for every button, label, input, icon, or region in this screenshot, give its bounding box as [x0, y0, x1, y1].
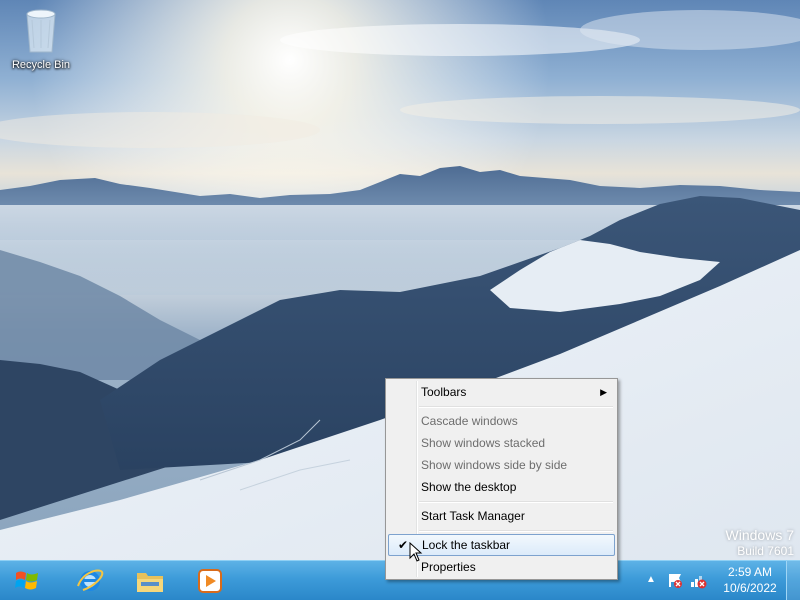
menu-item-label: Cascade windows: [421, 414, 518, 428]
taskbar-clock[interactable]: 2:59 AM 10/6/2022: [718, 564, 782, 598]
menu-item-show-windows-stacked: Show windows stacked: [388, 432, 615, 454]
menu-item-label: Show windows side by side: [421, 458, 568, 472]
taskbar-media-player[interactable]: [182, 563, 238, 599]
menu-item-start-task-manager[interactable]: Start Task Manager: [388, 505, 615, 527]
menu-item-label: Toolbars: [421, 385, 467, 399]
start-button[interactable]: [0, 563, 54, 599]
menu-item-label: Show the desktop: [421, 480, 517, 494]
menu-separator: [419, 527, 615, 534]
menu-item-label: Properties: [421, 560, 476, 574]
watermark-build: Build 7601: [737, 544, 794, 558]
menu-item-label: Lock the taskbar: [422, 538, 511, 552]
menu-separator: [419, 498, 615, 505]
media-player-icon: [198, 569, 222, 593]
clock-time: 2:59 AM: [727, 565, 773, 579]
desktop-icon-label: Recycle Bin: [11, 59, 71, 71]
watermark-os-name: Windows 7: [725, 527, 794, 543]
menu-separator: [419, 403, 615, 410]
network-disconnected-icon[interactable]: [689, 571, 707, 589]
windows-logo-icon: [15, 571, 38, 590]
menu-item-show-the-desktop[interactable]: Show the desktop: [388, 476, 615, 498]
mouse-pointer-icon: [409, 542, 423, 562]
internet-explorer-icon: [77, 569, 104, 591]
file-explorer-icon: [137, 573, 163, 592]
show-desktop-button[interactable]: [786, 561, 800, 600]
windows-watermark: Windows 7 Build 7601: [726, 526, 794, 559]
menu-item-label: Show windows stacked: [421, 436, 546, 450]
taskbar-file-explorer[interactable]: [122, 563, 178, 599]
taskbar-internet-explorer[interactable]: [62, 563, 118, 599]
menu-item-cascade-windows: Cascade windows: [388, 410, 615, 432]
recycle-bin-icon: [26, 9, 56, 53]
desktop-icon-recycle-bin[interactable]: Recycle Bin: [4, 4, 78, 78]
show-hidden-icons-arrow[interactable]: ▲: [644, 571, 658, 589]
action-center-flag-icon[interactable]: [666, 571, 684, 589]
submenu-arrow-icon: ▶: [600, 387, 607, 397]
checkmark-icon: ✔: [397, 538, 409, 552]
menu-item-toolbars[interactable]: Toolbars ▶: [388, 381, 615, 403]
menu-item-show-windows-side-by-side: Show windows side by side: [388, 454, 615, 476]
clock-date: 10/6/2022: [723, 581, 777, 595]
menu-item-label: Start Task Manager: [421, 509, 525, 523]
